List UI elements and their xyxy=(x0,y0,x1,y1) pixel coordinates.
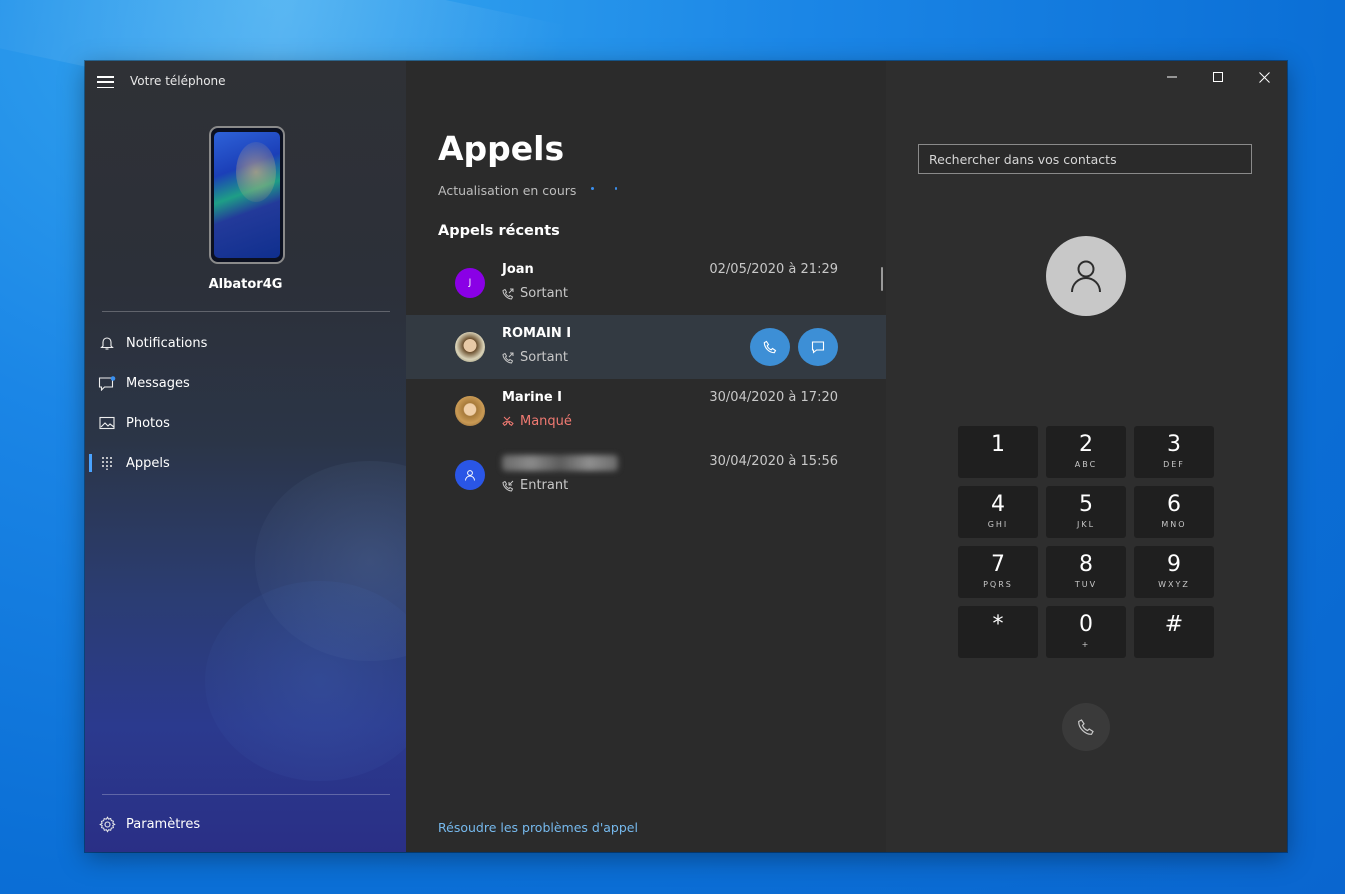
dialer-panel: 1 2ABC 3DEF 4GHI 5JKL 6MNO 7PQRS 8TUV 9W… xyxy=(886,61,1287,852)
key-0[interactable]: 0 + xyxy=(1046,606,1126,658)
key-5[interactable]: 5 JKL xyxy=(1046,486,1126,538)
avatar xyxy=(455,460,485,490)
sidebar-item-photos[interactable]: Photos xyxy=(85,403,406,443)
settings-label: Paramètres xyxy=(126,816,201,832)
minimize-button[interactable] xyxy=(1149,61,1195,93)
minimize-icon xyxy=(1167,76,1177,78)
refresh-status: Actualisation en cours xyxy=(438,183,577,198)
close-button[interactable] xyxy=(1241,61,1287,93)
call-row[interactable]: Entrant 30/04/2020 à 15:56 xyxy=(406,443,886,507)
message-icon xyxy=(811,341,825,354)
phone-icon xyxy=(1078,719,1094,735)
call-type: Sortant xyxy=(502,350,568,365)
key-7[interactable]: 7 PQRS xyxy=(958,546,1038,598)
key-9[interactable]: 9 WXYZ xyxy=(1134,546,1214,598)
key-star[interactable]: * xyxy=(958,606,1038,658)
call-date: 30/04/2020 à 15:56 xyxy=(709,454,838,469)
call-date: 02/05/2020 à 21:29 xyxy=(709,262,838,277)
gear-icon xyxy=(87,815,127,833)
outgoing-call-icon xyxy=(502,288,514,300)
divider xyxy=(102,794,390,795)
sidebar-item-label: Notifications xyxy=(126,335,208,351)
key-hash[interactable]: # xyxy=(1134,606,1214,658)
contacts-search-input[interactable] xyxy=(918,144,1252,174)
call-type: Manqué xyxy=(502,414,572,429)
phone-image xyxy=(209,126,285,264)
avatar: J xyxy=(455,268,485,298)
incoming-call-icon xyxy=(502,480,514,492)
missed-call-icon xyxy=(502,416,514,428)
avatar xyxy=(455,332,485,362)
recent-calls-heading: Appels récents xyxy=(438,223,560,239)
close-icon xyxy=(1258,71,1270,83)
hamburger-menu-icon[interactable] xyxy=(97,76,114,89)
maximize-icon xyxy=(1213,72,1223,82)
sidebar-nav: Notifications Messages Photos Appels xyxy=(85,323,406,483)
call-row[interactable]: ROMAIN I Sortant xyxy=(406,315,886,379)
contact-avatar xyxy=(1046,236,1126,316)
chat-icon xyxy=(87,375,127,391)
contact-name: Joan xyxy=(502,262,534,277)
app-title: Votre téléphone xyxy=(130,74,226,88)
photo-icon xyxy=(87,416,127,430)
key-2[interactable]: 2 ABC xyxy=(1046,426,1126,478)
outgoing-call-icon xyxy=(502,352,514,364)
avatar xyxy=(455,396,485,426)
call-date: 30/04/2020 à 17:20 xyxy=(709,390,838,405)
page-title: Appels xyxy=(438,129,565,168)
contact-name: ROMAIN I xyxy=(502,326,572,341)
troubleshoot-calls-link[interactable]: Résoudre les problèmes d'appel xyxy=(438,820,638,835)
sidebar-item-appels[interactable]: Appels xyxy=(85,443,406,483)
bell-icon xyxy=(87,336,127,351)
scrollbar[interactable] xyxy=(881,267,883,291)
call-type: Sortant xyxy=(502,286,568,301)
call-row[interactable]: J Joan Sortant 02/05/2020 à 21:29 xyxy=(406,251,886,315)
contact-name: Marine I xyxy=(502,390,563,405)
phone-icon xyxy=(763,340,777,354)
sidebar-item-label: Messages xyxy=(126,375,190,391)
active-indicator xyxy=(89,454,92,472)
key-8[interactable]: 8 TUV xyxy=(1046,546,1126,598)
send-message-button[interactable] xyxy=(798,328,838,366)
dialpad-icon xyxy=(87,456,127,470)
key-3[interactable]: 3 DEF xyxy=(1134,426,1214,478)
key-6[interactable]: 6 MNO xyxy=(1134,486,1214,538)
calls-panel: Appels Actualisation en cours Appels réc… xyxy=(406,61,886,852)
settings-button[interactable]: Paramètres xyxy=(85,804,406,844)
titlebar: Votre téléphone xyxy=(85,61,406,103)
call-back-button[interactable] xyxy=(750,328,790,366)
divider xyxy=(102,311,390,312)
person-icon xyxy=(1071,260,1101,293)
recent-calls-list: J Joan Sortant 02/05/2020 à 21:29 ROMAIN… xyxy=(406,251,886,507)
sidebar-item-messages[interactable]: Messages xyxy=(85,363,406,403)
sidebar-item-label: Appels xyxy=(126,455,170,471)
person-icon xyxy=(465,470,475,481)
device-name: Albator4G xyxy=(208,277,283,292)
sidebar-item-label: Photos xyxy=(126,415,170,431)
key-4[interactable]: 4 GHI xyxy=(958,486,1038,538)
call-type: Entrant xyxy=(502,478,568,493)
call-row[interactable]: Marine I Manqué 30/04/2020 à 17:20 xyxy=(406,379,886,443)
dial-call-button[interactable] xyxy=(1062,703,1110,751)
maximize-button[interactable] xyxy=(1195,61,1241,93)
sidebar-item-notifications[interactable]: Notifications xyxy=(85,323,406,363)
key-1[interactable]: 1 xyxy=(958,426,1038,478)
app-window: Votre téléphone Albator4G Notifications … xyxy=(85,61,1287,852)
redacted-number xyxy=(502,455,618,471)
sidebar: Votre téléphone Albator4G Notifications … xyxy=(85,61,406,852)
